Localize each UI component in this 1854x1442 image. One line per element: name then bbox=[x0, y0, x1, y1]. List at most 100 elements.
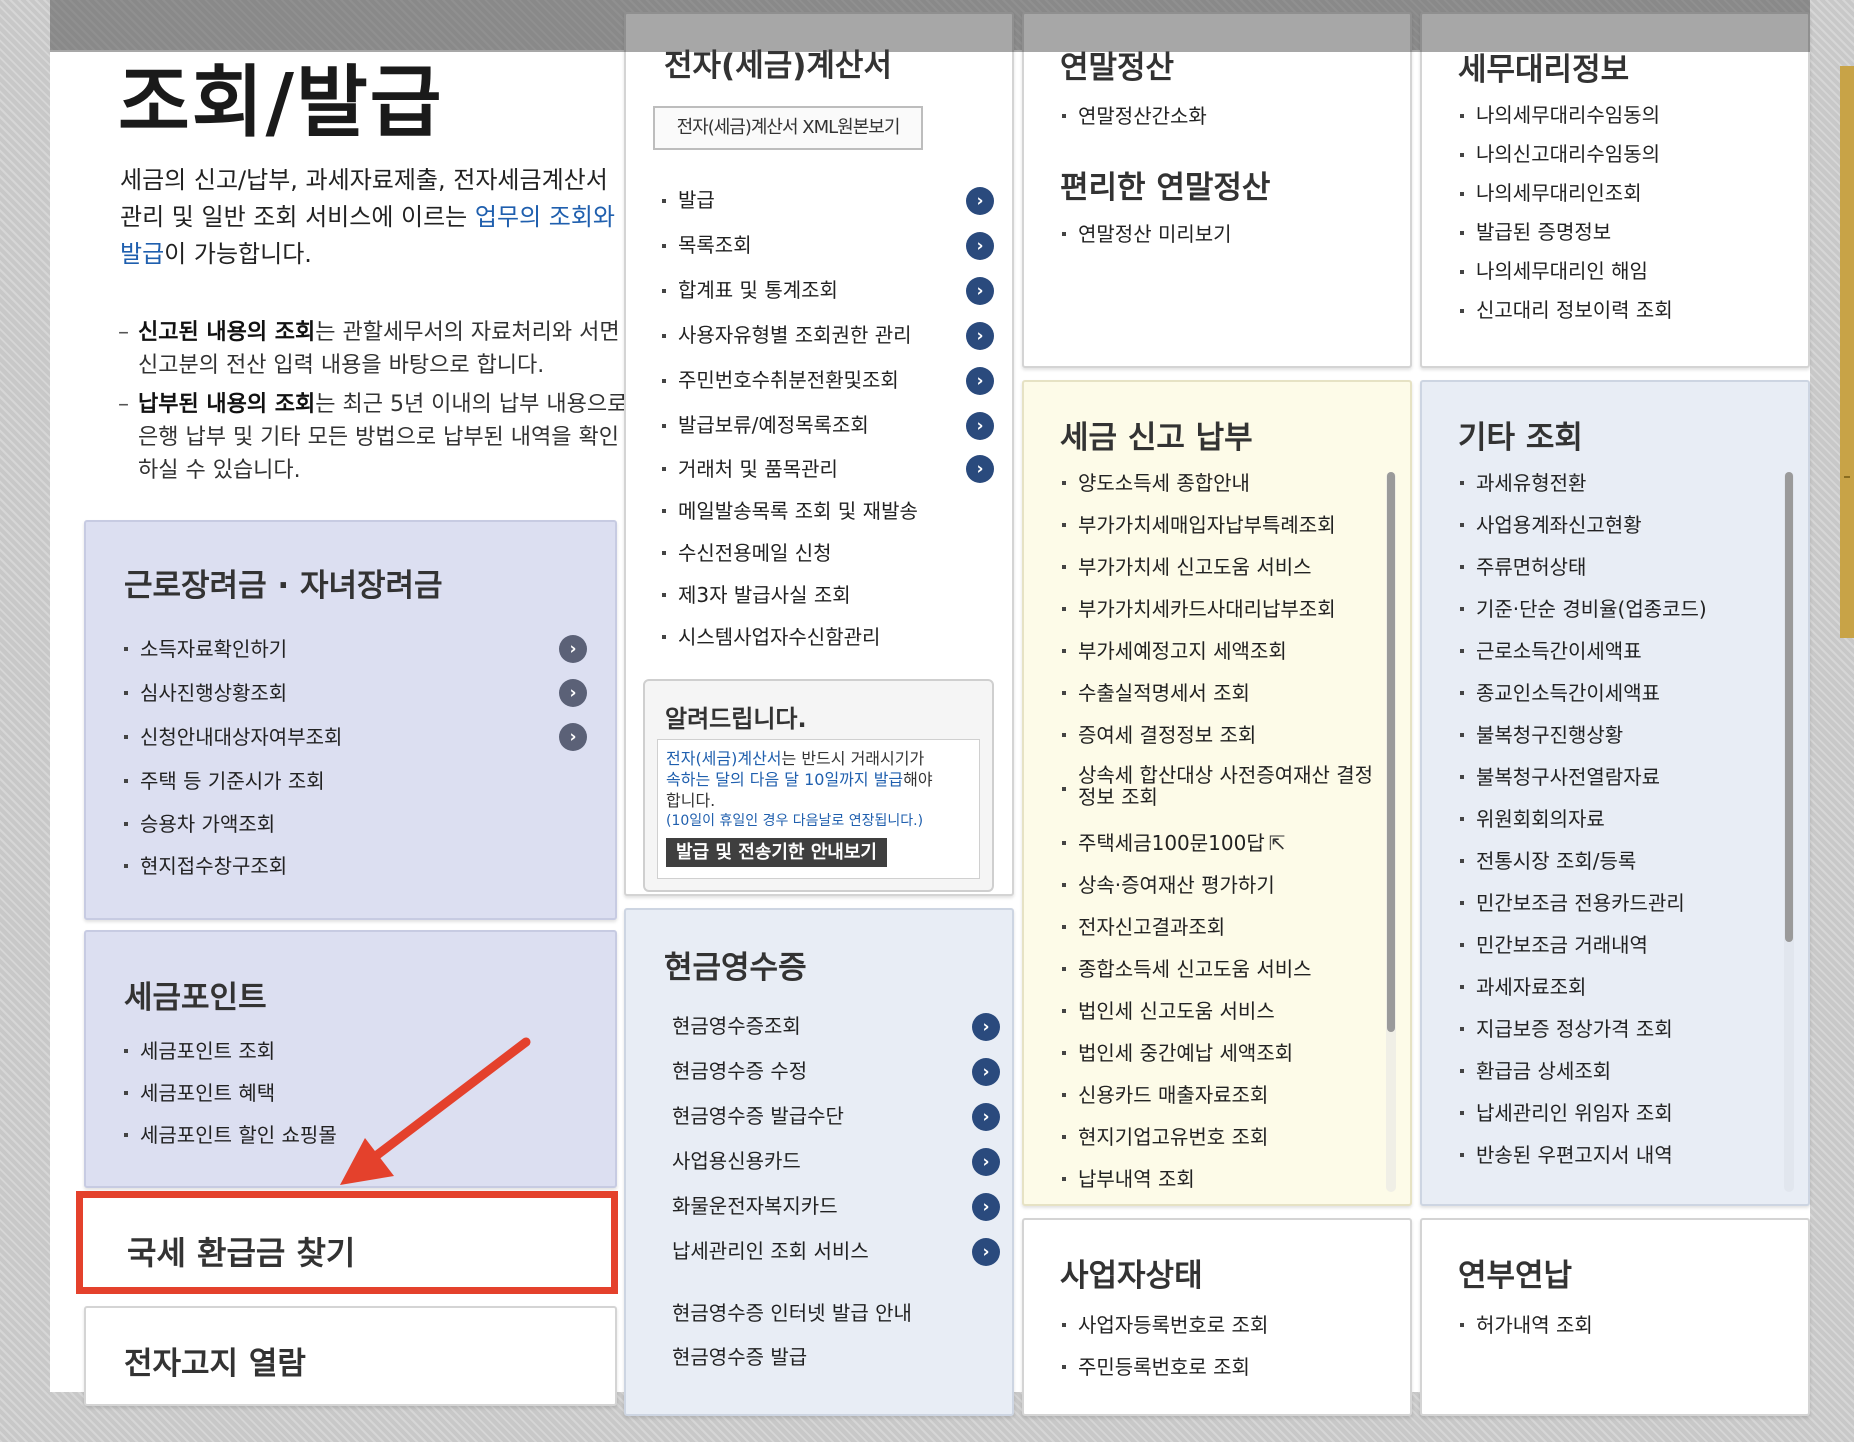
list-item[interactable]: 기준·단순 경비율(업종코드) bbox=[1458, 588, 1788, 630]
chevron-right-icon[interactable]: › bbox=[559, 723, 587, 751]
chevron-right-icon[interactable]: › bbox=[966, 455, 994, 483]
list-item[interactable]: 상속·증여재산 평가하기 bbox=[1060, 864, 1390, 906]
list-item[interactable]: 나의신고대리수임동의 bbox=[1458, 135, 1788, 174]
list-item[interactable]: 소득자료확인하기 › bbox=[122, 627, 587, 671]
list-item[interactable]: 승용차 가액조회 bbox=[122, 803, 587, 845]
list-item[interactable]: 현금영수증 인터넷 발급 안내 bbox=[672, 1291, 1000, 1335]
list-item[interactable]: 불복청구사전열람자료 bbox=[1458, 756, 1788, 798]
chevron-right-icon[interactable]: › bbox=[972, 1012, 1000, 1041]
list-item[interactable]: 법인세 중간예납 세액조회 bbox=[1060, 1032, 1390, 1074]
list-item[interactable]: 주민번호수취분전환및조회 › bbox=[660, 358, 994, 403]
list-item[interactable]: 상속세 합산대상 사전증여재산 결정 정보 조회 bbox=[1060, 756, 1390, 822]
intro-text: 세금의 신고/납부, 과세자료제출, 전자세금계산서 관리 및 일반 조회 서비… bbox=[120, 162, 620, 273]
list-item[interactable]: 현금영수증 발급수단 › bbox=[672, 1094, 1000, 1139]
chevron-right-icon[interactable]: › bbox=[972, 1237, 1000, 1266]
list-item[interactable]: 주택세금100문100답 ⇱ bbox=[1060, 822, 1390, 864]
list-item[interactable]: 수출실적명세서 조회 bbox=[1060, 672, 1390, 714]
list-item[interactable]: 합계표 및 통계조회 › bbox=[660, 268, 994, 313]
list-item[interactable]: 사업자등록번호로 조회 bbox=[1060, 1304, 1390, 1346]
list-item[interactable]: 위원회회의자료 bbox=[1458, 798, 1788, 840]
list-item[interactable]: 화물운전자복지카드 › bbox=[672, 1184, 1000, 1229]
list-item[interactable]: 종교인소득간이세액표 bbox=[1458, 672, 1788, 714]
list-item[interactable]: 연말정산간소화 bbox=[1060, 94, 1390, 138]
list-item[interactable]: 전자신고결과조회 bbox=[1060, 906, 1390, 948]
xml-view-button[interactable]: 전자(세금)계산서 XML원본보기 bbox=[653, 106, 923, 150]
chevron-right-icon[interactable]: › bbox=[966, 276, 994, 305]
other-scrollbar[interactable] bbox=[1784, 472, 1794, 1192]
e-notice-panel[interactable]: 전자고지 열람 bbox=[84, 1306, 617, 1406]
list-item[interactable]: 민간보조금 거래내역 bbox=[1458, 924, 1788, 966]
list-item[interactable]: 제3자 발급사실 조회 bbox=[660, 574, 994, 616]
list-item[interactable]: 부가가치세매입자납부특례조회 bbox=[1060, 504, 1390, 546]
list-item-label: 현금영수증 수정 bbox=[672, 1059, 808, 1083]
list-item[interactable]: 법인세 신고도움 서비스 bbox=[1060, 990, 1390, 1032]
refund-title[interactable]: 국세 환급금 찾기 bbox=[127, 1228, 355, 1274]
chevron-right-icon[interactable]: › bbox=[972, 1147, 1000, 1176]
refund-panel[interactable]: 국세 환급금 찾기 bbox=[76, 1191, 618, 1294]
list-item[interactable]: 납부내역 조회 bbox=[1060, 1158, 1390, 1200]
list-item[interactable]: 증여세 결정정보 조회 bbox=[1060, 714, 1390, 756]
list-item[interactable]: 부가가치세카드사대리납부조회 bbox=[1060, 588, 1390, 630]
list-item[interactable]: 부가세예정고지 세액조회 bbox=[1060, 630, 1390, 672]
chevron-right-icon[interactable]: › bbox=[972, 1057, 1000, 1086]
list-item[interactable]: 신청안내대상자여부조회 › bbox=[122, 715, 587, 759]
list-item[interactable]: 민간보조금 전용카드관리 bbox=[1458, 882, 1788, 924]
list-item[interactable]: 수신전용메일 신청 bbox=[660, 532, 994, 574]
chevron-right-icon[interactable]: › bbox=[559, 679, 587, 707]
list-item[interactable]: 불복청구진행상황 bbox=[1458, 714, 1788, 756]
list-item[interactable]: 근로소득간이세액표 bbox=[1458, 630, 1788, 672]
list-item[interactable]: 반송된 우편고지서 내역 bbox=[1458, 1134, 1788, 1176]
list-item[interactable]: 신용카드 매출자료조회 bbox=[1060, 1074, 1390, 1116]
list-item[interactable]: 발급보류/예정목록조회 › bbox=[660, 403, 994, 448]
list-item[interactable]: 발급된 증명정보 bbox=[1458, 213, 1788, 252]
e-notice-title[interactable]: 전자고지 열람 bbox=[124, 1338, 306, 1383]
list-item[interactable]: 주류면허상태 bbox=[1458, 546, 1788, 588]
list-item[interactable]: 과세자료조회 bbox=[1458, 966, 1788, 1008]
list-item[interactable]: 납세관리인 위임자 조회 bbox=[1458, 1092, 1788, 1134]
list-item[interactable]: 허가내역 조회 bbox=[1458, 1304, 1788, 1346]
list-item[interactable]: 나의세무대리인 해임 bbox=[1458, 252, 1788, 291]
chevron-right-icon[interactable]: › bbox=[966, 411, 994, 440]
list-item[interactable]: 연말정산 미리보기 bbox=[1060, 212, 1390, 256]
list-item[interactable]: 현금영수증조회 › bbox=[672, 1004, 1000, 1049]
list-item[interactable]: 종합소득세 신고도움 서비스 bbox=[1060, 948, 1390, 990]
chevron-right-icon[interactable]: › bbox=[966, 321, 994, 350]
list-item[interactable]: 주택 등 기준시가 조회 bbox=[122, 759, 587, 803]
scrollbar-thumb[interactable] bbox=[1785, 472, 1793, 942]
list-item[interactable]: 사용자유형별 조회권한 관리 › bbox=[660, 313, 994, 358]
list-item[interactable]: 부가가치세 신고도움 서비스 bbox=[1060, 546, 1390, 588]
list-item[interactable]: 지급보증 정상가격 조회 bbox=[1458, 1008, 1788, 1050]
list-item[interactable]: 현지기업고유번호 조회 bbox=[1060, 1116, 1390, 1158]
list-item[interactable]: 나의세무대리수임동의 bbox=[1458, 96, 1788, 135]
list-item[interactable]: 과세유형전환 bbox=[1458, 462, 1788, 504]
chevron-right-icon[interactable]: › bbox=[966, 366, 994, 395]
chevron-right-icon[interactable]: › bbox=[972, 1192, 1000, 1221]
chevron-right-icon[interactable]: › bbox=[972, 1102, 1000, 1131]
chevron-right-icon[interactable]: › bbox=[966, 231, 994, 260]
list-item[interactable]: 시스템사업자수신함관리 bbox=[660, 616, 994, 658]
list-item[interactable]: 환급금 상세조회 bbox=[1458, 1050, 1788, 1092]
list-item[interactable]: 나의세무대리인조회 bbox=[1458, 174, 1788, 213]
list-item[interactable]: 현금영수증 수정 › bbox=[672, 1049, 1000, 1094]
chevron-right-icon[interactable]: › bbox=[966, 186, 994, 215]
list-item[interactable]: 거래처 및 품목관리 › bbox=[660, 448, 994, 490]
list-item[interactable]: 사업용계좌신고현황 bbox=[1458, 504, 1788, 546]
tax-filing-scrollbar[interactable] bbox=[1386, 472, 1396, 1192]
list-item[interactable]: 주민등록번호로 조회 bbox=[1060, 1346, 1390, 1388]
list-item[interactable]: 전통시장 조회/등록 bbox=[1458, 840, 1788, 882]
deadline-guide-button[interactable]: 발급 및 전송기한 안내보기 bbox=[666, 838, 887, 867]
list-item[interactable]: 발급 › bbox=[660, 178, 994, 223]
list-item[interactable]: 메일발송목록 조회 및 재발송 bbox=[660, 490, 994, 532]
list-item[interactable]: 사업용신용카드 › bbox=[672, 1139, 1000, 1184]
list-item-label: 전통시장 조회/등록 bbox=[1476, 849, 1637, 873]
list-item[interactable]: 납세관리인 조회 서비스 › bbox=[672, 1229, 1000, 1274]
list-item-label-continued: 정보 조회 bbox=[1078, 785, 1158, 809]
list-item[interactable]: 현지접수창구조회 bbox=[122, 845, 587, 887]
list-item[interactable]: 현금영수증 발급 bbox=[672, 1335, 1000, 1379]
list-item[interactable]: 목록조회 › bbox=[660, 223, 994, 268]
chevron-right-icon[interactable]: › bbox=[559, 635, 587, 663]
scrollbar-thumb[interactable] bbox=[1387, 472, 1395, 1032]
list-item[interactable]: 신고대리 정보이력 조회 bbox=[1458, 291, 1788, 330]
list-item[interactable]: 양도소득세 종합안내 bbox=[1060, 462, 1390, 504]
list-item[interactable]: 심사진행상황조회 › bbox=[122, 671, 587, 715]
